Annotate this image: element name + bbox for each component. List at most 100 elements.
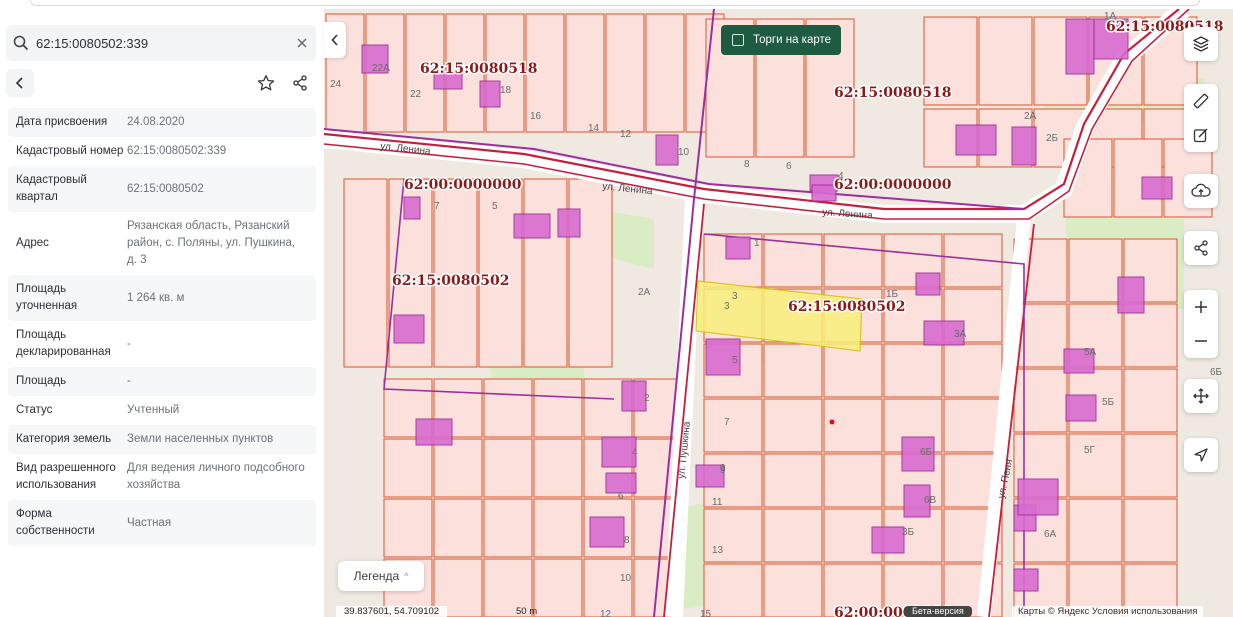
building[interactable] bbox=[601, 436, 637, 468]
land-parcel[interactable] bbox=[483, 438, 533, 498]
geolocation-button[interactable] bbox=[1184, 438, 1218, 472]
house-number: 3 bbox=[732, 291, 738, 302]
back-button[interactable] bbox=[6, 69, 34, 97]
land-parcel[interactable] bbox=[483, 498, 533, 558]
building[interactable] bbox=[1141, 176, 1173, 200]
measure-tools bbox=[1184, 84, 1218, 152]
property-value: Рязанская область, Рязанский район, с. П… bbox=[127, 220, 296, 266]
land-parcel[interactable] bbox=[763, 508, 823, 563]
land-parcel[interactable] bbox=[1068, 433, 1123, 498]
collapse-panel-button[interactable] bbox=[324, 22, 346, 58]
land-parcel[interactable] bbox=[1123, 498, 1178, 563]
building[interactable] bbox=[1065, 394, 1097, 422]
map-share-button[interactable] bbox=[1184, 231, 1218, 265]
land-parcel[interactable] bbox=[568, 178, 613, 368]
land-parcel[interactable] bbox=[1068, 498, 1123, 563]
land-parcel[interactable] bbox=[823, 343, 883, 398]
favorite-button[interactable] bbox=[252, 69, 280, 97]
building[interactable] bbox=[871, 526, 905, 554]
cadastral-map[interactable]: 62:15:0080518 62:15:0080518 62:15:0080518 6… bbox=[324, 9, 1233, 617]
land-parcel[interactable] bbox=[483, 378, 533, 438]
building[interactable] bbox=[621, 380, 647, 412]
pan-button[interactable] bbox=[1184, 379, 1218, 413]
land-parcel[interactable] bbox=[605, 13, 645, 133]
land-parcel[interactable] bbox=[823, 398, 883, 453]
land-parcel[interactable] bbox=[763, 343, 823, 398]
search-input[interactable]: 62:15:0080502:339 bbox=[36, 36, 288, 51]
map-canvas[interactable]: 62:15:008051862:15:008051862:15:00805186… bbox=[324, 9, 1233, 617]
beta-badge[interactable]: Бета-версия bbox=[904, 606, 972, 617]
land-parcel[interactable] bbox=[943, 343, 1003, 398]
land-parcel[interactable] bbox=[565, 13, 605, 133]
house-number: 10 bbox=[678, 147, 690, 158]
land-parcel[interactable] bbox=[433, 438, 483, 498]
share-button[interactable] bbox=[286, 69, 314, 97]
house-number: 10 bbox=[620, 573, 632, 584]
legend-button[interactable]: Легенда ^ bbox=[338, 561, 424, 591]
land-parcel[interactable] bbox=[883, 343, 943, 398]
property-value: 62:15:0080502:339 bbox=[127, 145, 227, 157]
building[interactable] bbox=[393, 314, 425, 344]
land-parcel[interactable] bbox=[343, 178, 388, 368]
house-number: 4 bbox=[632, 447, 638, 458]
house-number: 22 bbox=[410, 89, 422, 100]
property-key: Вид разрешенного использования bbox=[16, 462, 116, 491]
building[interactable] bbox=[557, 208, 581, 238]
building[interactable] bbox=[1013, 568, 1039, 592]
house-number: 7 bbox=[724, 417, 730, 428]
land-parcel[interactable] bbox=[943, 398, 1003, 453]
land-parcel[interactable] bbox=[1123, 368, 1178, 433]
land-parcel[interactable] bbox=[533, 438, 583, 498]
property-key: Категория земель bbox=[16, 433, 112, 445]
top-search-bar[interactable] bbox=[30, 0, 1200, 6]
draw-button[interactable] bbox=[1184, 118, 1218, 152]
zoom-out-button[interactable] bbox=[1184, 324, 1218, 358]
building[interactable] bbox=[1117, 276, 1145, 314]
building[interactable] bbox=[725, 236, 751, 260]
auctions-toggle[interactable]: Торги на карте bbox=[721, 25, 841, 55]
building[interactable] bbox=[955, 124, 997, 156]
copyright-text[interactable]: Карты © Яндекс Условия использования bbox=[1012, 606, 1204, 617]
quarter-label: 62:00:0000000 bbox=[404, 177, 522, 193]
building[interactable] bbox=[915, 272, 941, 296]
land-parcel[interactable] bbox=[533, 378, 583, 438]
building[interactable] bbox=[1017, 478, 1059, 516]
clear-icon[interactable] bbox=[288, 38, 316, 48]
land-parcel[interactable] bbox=[1068, 238, 1123, 303]
house-number: 5А bbox=[1084, 347, 1097, 358]
land-parcel[interactable] bbox=[763, 398, 823, 453]
land-parcel[interactable] bbox=[1123, 433, 1178, 498]
building[interactable] bbox=[479, 80, 501, 108]
building[interactable] bbox=[1011, 126, 1037, 166]
building[interactable] bbox=[513, 213, 551, 239]
building[interactable] bbox=[589, 516, 625, 548]
zoom-in-button[interactable] bbox=[1184, 290, 1218, 324]
land-parcel[interactable] bbox=[645, 13, 685, 133]
land-parcel[interactable] bbox=[978, 16, 1033, 106]
land-parcel[interactable] bbox=[823, 233, 883, 288]
auctions-checkbox[interactable] bbox=[732, 34, 744, 46]
building[interactable] bbox=[415, 418, 453, 446]
land-parcel[interactable] bbox=[1013, 368, 1068, 433]
land-parcel[interactable] bbox=[383, 438, 433, 498]
layers-button[interactable] bbox=[1184, 27, 1218, 61]
ruler-button[interactable] bbox=[1184, 84, 1218, 118]
house-number: 13 bbox=[712, 545, 724, 556]
land-parcel[interactable] bbox=[433, 498, 483, 558]
building[interactable] bbox=[1065, 18, 1095, 75]
upload-button[interactable] bbox=[1184, 174, 1218, 208]
land-parcel[interactable] bbox=[383, 498, 433, 558]
building[interactable] bbox=[655, 134, 679, 166]
building[interactable] bbox=[403, 196, 421, 220]
land-parcel[interactable] bbox=[823, 453, 883, 508]
coordinates-readout: 39.837601, 54.709102 bbox=[336, 606, 448, 617]
land-parcel[interactable] bbox=[703, 398, 763, 453]
property-row: Кадастровый квартал 62:15:0080502 bbox=[8, 166, 316, 212]
search-box[interactable]: 62:15:0080502:339 bbox=[6, 25, 316, 61]
land-parcel[interactable] bbox=[533, 498, 583, 558]
building[interactable] bbox=[605, 472, 637, 494]
land-parcel[interactable] bbox=[523, 178, 568, 368]
building[interactable] bbox=[811, 184, 837, 202]
land-parcel[interactable] bbox=[763, 453, 823, 508]
chevron-left-icon bbox=[331, 34, 338, 46]
